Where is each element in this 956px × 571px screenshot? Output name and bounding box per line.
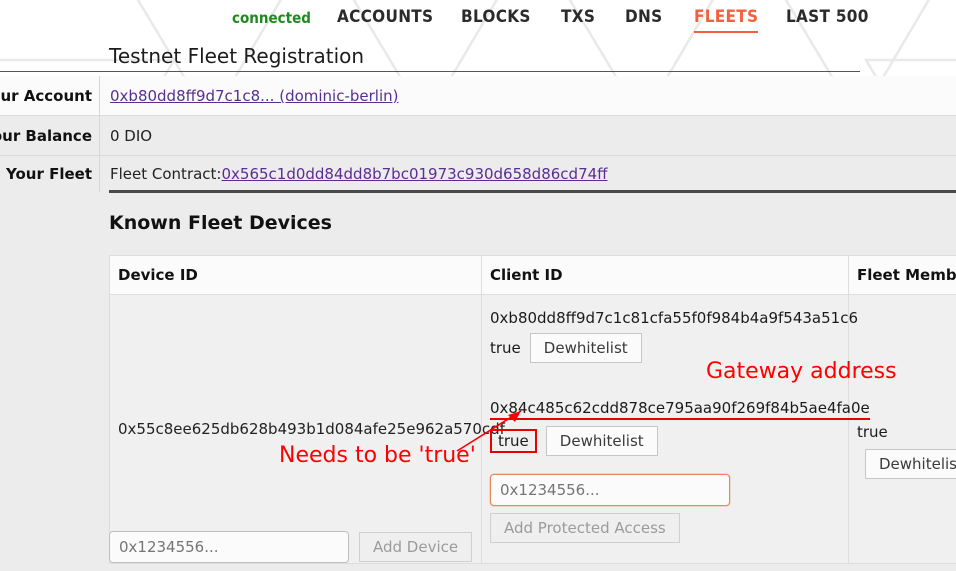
cell-device-id: 0x55c8ee625db628b493b1d084afe25e962a570c… <box>109 294 505 564</box>
dewhitelist-button[interactable]: Dewhitelist <box>545 426 658 456</box>
info-value-account: 0xb80dd8ff9d7c1c8... (dominic-berlin) <box>110 76 399 116</box>
client-hash-highlighted: 0x84c485c62cdd878ce795aa90f269f84b5ae4fa… <box>490 399 870 420</box>
fleet-contract-prefix: Fleet Contract: <box>110 165 222 183</box>
add-device-controls: Add Device <box>109 531 473 563</box>
nav-item-blocks[interactable]: BLOCKS <box>461 7 531 27</box>
info-row-account: Your Account 0xb80dd8ff9d7c1c8... (domin… <box>0 76 956 116</box>
left-gutter <box>0 150 100 571</box>
nav-item-last500[interactable]: LAST 500 <box>786 7 869 27</box>
connection-status: connected <box>232 9 311 27</box>
section-heading-known-devices: Known Fleet Devices <box>109 212 332 234</box>
known-fleet-devices-table: Device ID Client ID Fleet Member 0x55c8e… <box>109 255 956 564</box>
info-row-balance: Your Balance 0 DIO <box>0 116 956 156</box>
protected-access-input[interactable] <box>490 474 730 506</box>
info-label-balance: Your Balance <box>0 116 100 156</box>
client-whitelist-row-highlighted: true Dewhitelist <box>490 426 840 456</box>
account-address-link[interactable]: 0xb80dd8ff9d7c1c8... (dominic-berlin) <box>110 87 399 105</box>
client-whitelist-row: true Dewhitelist <box>490 333 840 363</box>
top-navigation: connected ACCOUNTS BLOCKS TXS DNS FLEETS… <box>0 0 956 38</box>
cell-client-id: 0xb80dd8ff9d7c1c81cfa55f0f984b4a9f543a51… <box>481 294 870 564</box>
table-row: 0x55c8ee625db628b493b1d084afe25e962a570c… <box>109 294 956 564</box>
client-whitelist-flag: true <box>490 339 521 357</box>
nav-item-fleets[interactable]: FLEETS <box>694 7 759 33</box>
add-device-button[interactable]: Add Device <box>359 532 473 562</box>
account-info-table: Your Account 0xb80dd8ff9d7c1c8... (domin… <box>0 76 956 192</box>
add-device-input[interactable] <box>109 531 349 563</box>
nav-item-accounts[interactable]: ACCOUNTS <box>337 7 433 27</box>
fleet-contract-link[interactable]: 0x565c1d0dd84dd8b7bc01973c930d658d86cd74… <box>221 165 607 183</box>
nav-item-dns[interactable]: DNS <box>625 7 662 27</box>
table-header-row: Device ID Client ID Fleet Member <box>109 255 956 295</box>
member-dewhitelist-button[interactable]: Dewhitelist <box>865 449 956 479</box>
client-hash: 0xb80dd8ff9d7c1c81cfa55f0f984b4a9f543a51… <box>490 309 859 327</box>
add-protected-access-button[interactable]: Add Protected Access <box>490 513 680 543</box>
info-row-fleet: Your Fleet Fleet Contract: 0x565c1d0dd84… <box>0 156 956 192</box>
info-value-balance: 0 DIO <box>110 127 153 145</box>
info-label-fleet: Your Fleet <box>0 156 100 192</box>
info-label-account: Your Account <box>0 76 100 116</box>
cell-fleet-member: true Dewhitelist <box>848 294 956 564</box>
nav-item-txs[interactable]: TXS <box>561 7 595 27</box>
column-header-device-id: Device ID <box>109 255 482 295</box>
nav-item-fleets-label: FLEETS <box>694 7 759 27</box>
column-header-client-id: Client ID <box>481 255 849 295</box>
column-header-fleet-member: Fleet Member <box>848 255 956 295</box>
title-divider <box>0 71 860 72</box>
nav-active-underline <box>694 31 759 33</box>
page-title: Testnet Fleet Registration <box>109 44 365 68</box>
fleet-member-flag: true <box>857 423 888 441</box>
dewhitelist-button[interactable]: Dewhitelist <box>529 333 642 363</box>
client-whitelist-flag-highlighted: true <box>490 429 537 453</box>
info-value-fleet: Fleet Contract: 0x565c1d0dd84dd8b7bc0197… <box>110 156 608 192</box>
section-divider <box>109 190 956 193</box>
